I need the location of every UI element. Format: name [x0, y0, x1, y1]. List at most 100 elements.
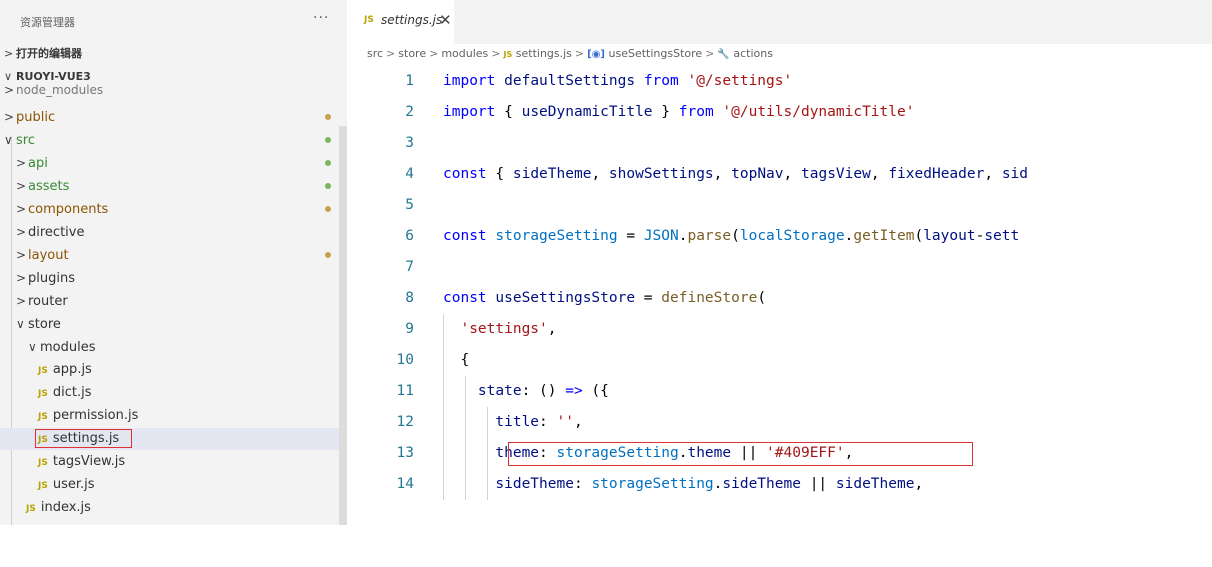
- chevron-right-icon: >: [491, 47, 501, 60]
- line-number: 13: [396, 445, 414, 461]
- code-line: 10 {: [347, 345, 1212, 376]
- file-item[interactable]: JS tagsView.js: [0, 451, 347, 473]
- breadcrumb-store[interactable]: store: [398, 47, 426, 60]
- explorer-header: 资源管理器 ···: [0, 0, 347, 44]
- git-status-dot: [325, 206, 331, 212]
- folder-item[interactable]: > public: [0, 106, 347, 128]
- chevron-right-icon: >: [4, 110, 15, 124]
- code-line: 7: [347, 252, 1212, 283]
- folder-item[interactable]: > components: [0, 198, 347, 220]
- file-item[interactable]: JS permission.js: [0, 405, 347, 427]
- more-actions-icon[interactable]: ···: [313, 10, 329, 26]
- code-text: import { useDynamicTitle } from '@/utils…: [443, 104, 915, 120]
- variable-icon: [◉]: [587, 49, 606, 60]
- tree-item-label: router: [28, 294, 68, 309]
- git-status-dot: [325, 252, 331, 258]
- sidebar-scrollbar[interactable]: [339, 126, 347, 525]
- js-file-icon: JS: [38, 366, 48, 376]
- tree-item-label: node_modules: [16, 83, 104, 97]
- file-item[interactable]: JS settings.js: [0, 428, 347, 450]
- code-line: 5: [347, 190, 1212, 221]
- js-file-icon: JS: [364, 15, 374, 25]
- code-text: import defaultSettings from '@/settings': [443, 73, 793, 89]
- folder-item[interactable]: > directive: [0, 221, 347, 243]
- git-status-dot: [325, 137, 331, 143]
- chevron-right-icon: >: [574, 47, 585, 60]
- file-item[interactable]: JS index.js: [0, 497, 347, 519]
- folder-item[interactable]: > plugins: [0, 267, 347, 289]
- file-item[interactable]: JS user.js: [0, 474, 347, 496]
- tree-item-label: dict.js: [52, 385, 92, 400]
- folder-item[interactable]: ∨ store: [0, 313, 347, 335]
- folder-item[interactable]: > assets: [0, 175, 347, 197]
- code-text: title: '',: [495, 414, 583, 430]
- chevron-right-icon: >: [386, 47, 396, 60]
- code-text: const useSettingsStore = defineStore(: [443, 290, 767, 306]
- code-line: 2 import { useDynamicTitle } from '@/util…: [347, 97, 1212, 128]
- folder-item[interactable]: > router: [0, 290, 347, 312]
- folder-item[interactable]: > api: [0, 152, 347, 174]
- chevron-right-icon: >: [4, 47, 14, 60]
- line-number: 9: [405, 321, 414, 337]
- chevron-down-icon: ∨: [28, 340, 37, 354]
- file-item[interactable]: JS dict.js: [0, 382, 347, 404]
- js-file-icon: JS: [38, 481, 48, 491]
- explorer-sidebar: 资源管理器 ··· > 打开的编辑器 ∨ RUOYI-VUE3 > node_modu…: [0, 0, 347, 525]
- code-text: {: [443, 352, 470, 368]
- line-number: 2: [405, 104, 414, 120]
- code-text: state: () => ({: [477, 383, 609, 399]
- tree-item-label: index.js: [40, 500, 91, 515]
- tab-settings-js[interactable]: JS settings.js ✕: [347, 0, 454, 44]
- tab-label: settings.js: [381, 13, 443, 27]
- tree-item-label: src: [16, 133, 35, 148]
- close-icon[interactable]: ✕: [439, 11, 452, 29]
- tree-item-label: app.js: [52, 362, 92, 377]
- line-number: 6: [405, 228, 414, 244]
- highlight-box: [35, 429, 132, 448]
- line-number: 12: [396, 414, 414, 430]
- editor-tab-bar: JS settings.js ✕: [347, 0, 1212, 44]
- js-file-icon: JS: [26, 504, 36, 514]
- tree-item-label: components: [28, 202, 109, 217]
- code-editor[interactable]: 1 import defaultSettings from '@/settings…: [347, 66, 1212, 526]
- git-status-dot: [325, 114, 331, 120]
- tree-item-label: plugins: [28, 271, 75, 286]
- tree-item-label: directive: [28, 225, 85, 240]
- chevron-right-icon: >: [16, 248, 27, 262]
- chevron-right-icon: >: [16, 179, 27, 193]
- breadcrumb-modules[interactable]: modules: [441, 47, 488, 60]
- file-item[interactable]: JS app.js: [0, 359, 347, 381]
- chevron-right-icon: >: [705, 47, 715, 60]
- git-status-dot: [325, 160, 331, 166]
- line-number: 8: [405, 290, 414, 306]
- folder-item[interactable]: > layout: [0, 244, 347, 266]
- code-line: 1 import defaultSettings from '@/settings…: [347, 66, 1212, 97]
- folder-item[interactable]: > node_modules: [0, 83, 347, 97]
- project-label: RUOYI-VUE3: [16, 70, 91, 83]
- tree-item-label: user.js: [52, 477, 95, 492]
- breadcrumb-file[interactable]: settings.js: [516, 47, 572, 60]
- code-text: const storageSetting = JSON.parse(localS…: [443, 228, 1020, 244]
- open-editors-label: 打开的编辑器: [16, 47, 82, 60]
- tree-item-label: layout: [28, 248, 69, 263]
- js-file-icon: JS: [38, 458, 48, 468]
- chevron-down-icon: ∨: [16, 317, 25, 331]
- breadcrumb-store-symbol[interactable]: useSettingsStore: [609, 47, 703, 60]
- code-text: 'settings',: [460, 321, 557, 337]
- folder-item[interactable]: ∨ modules: [0, 336, 347, 358]
- line-number: 14: [396, 476, 414, 492]
- open-editors-section[interactable]: > 打开的编辑器: [4, 44, 82, 64]
- tree-item-label: modules: [40, 340, 96, 355]
- code-line: 12 title: '',: [347, 407, 1212, 438]
- wrench-icon: 🔧: [717, 49, 730, 60]
- code-line: 9 'settings',: [347, 314, 1212, 345]
- tree-item-label: public: [16, 110, 56, 125]
- folder-item[interactable]: ∨ src: [0, 129, 347, 151]
- chevron-right-icon: >: [16, 294, 27, 308]
- line-number: 3: [405, 135, 414, 151]
- breadcrumb-actions[interactable]: actions: [733, 47, 773, 60]
- line-number: 1: [405, 73, 414, 89]
- tree-item-label: tagsView.js: [52, 454, 126, 469]
- breadcrumb-src[interactable]: src: [367, 47, 383, 60]
- js-file-icon: JS: [38, 412, 48, 422]
